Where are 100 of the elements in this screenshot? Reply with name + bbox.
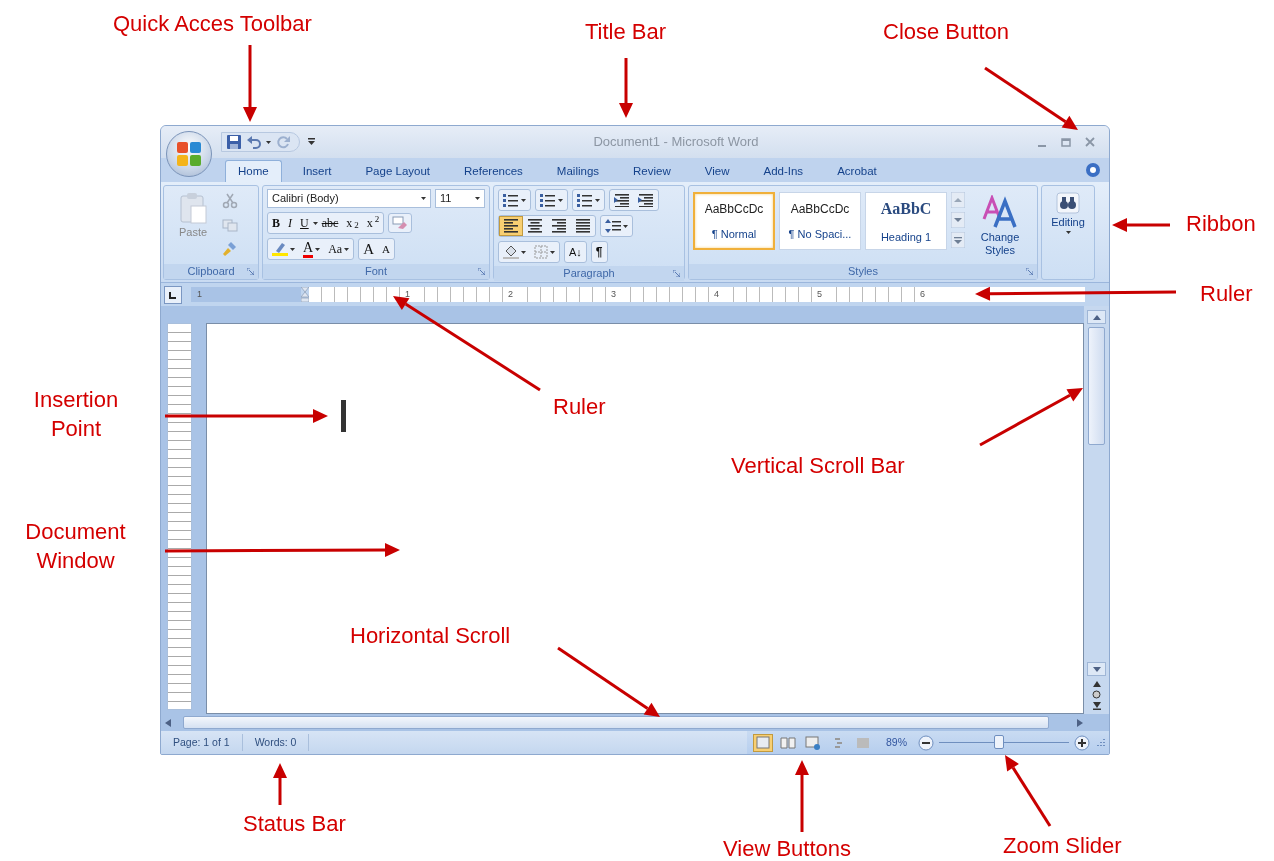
zoom-in-icon[interactable]	[1074, 734, 1090, 751]
print-layout-icon	[755, 734, 771, 751]
scroll-right-icon[interactable]	[1077, 718, 1083, 727]
dialog-launcher-icon[interactable]	[247, 268, 254, 275]
caret-icon	[421, 197, 426, 200]
scissors-icon[interactable]	[222, 193, 238, 209]
format-button[interactable]: x$^{2}$	[362, 213, 384, 233]
callout-label: Document Window	[24, 518, 127, 575]
grow-font-button[interactable]: A	[359, 239, 378, 259]
window-title: Document1 - Microsoft Word	[592, 133, 760, 152]
ribbon-tab[interactable]: Add-Ins	[750, 160, 817, 182]
callout-label: Vertical Scroll Bar	[731, 452, 905, 480]
ribbon-tab[interactable]: Insert	[289, 160, 345, 182]
binoculars-icon	[1056, 192, 1080, 214]
style-gallery-item[interactable]: AaBbCcDc ¶ No Spaci...	[779, 192, 861, 250]
callout-label: Status Bar	[243, 810, 346, 838]
callout-label: Close Button	[883, 18, 1009, 46]
text-cursor	[341, 400, 346, 432]
border-grid-icon	[534, 245, 548, 259]
word-count[interactable]: Words: 0	[242, 734, 310, 751]
down-arrow-icon	[1092, 666, 1101, 672]
zoom-out-icon[interactable]	[918, 734, 934, 751]
caret-icon	[521, 198, 526, 202]
list-icon	[540, 193, 556, 207]
ribbon-tab[interactable]: Mailings	[543, 160, 613, 182]
scroll-thumb[interactable]	[1088, 327, 1105, 445]
help-icon[interactable]	[1085, 162, 1101, 178]
view-button[interactable]	[803, 733, 823, 752]
indent-icon	[638, 193, 654, 207]
zoom-level[interactable]: 89%	[886, 734, 907, 751]
caret-icon	[266, 140, 271, 144]
browse-object-icon[interactable]	[1092, 690, 1101, 699]
scroll-left-icon[interactable]	[165, 718, 171, 727]
view-button[interactable]	[753, 733, 773, 752]
zoom-slider-thumb[interactable]	[993, 735, 1004, 749]
scroll-thumb[interactable]	[183, 716, 1049, 729]
group-label: Font	[365, 264, 387, 280]
shrink-font-button[interactable]: A	[377, 239, 394, 259]
font-name-field[interactable]: Calibri (Body)	[267, 189, 431, 208]
font-size-field[interactable]: 11	[435, 189, 485, 208]
next-page-icon[interactable]	[1092, 702, 1101, 710]
style-gallery-item[interactable]: AaBbC Heading 1	[865, 192, 947, 250]
ribbon-tab[interactable]: Home	[225, 160, 282, 182]
ribbon-tab[interactable]: Acrobat	[824, 160, 890, 182]
font-color-button[interactable]: A	[299, 239, 325, 259]
format-button[interactable]: abc	[317, 213, 343, 233]
ribbon-tab[interactable]: Review	[620, 160, 684, 182]
clear-formatting-button[interactable]	[388, 213, 413, 233]
previous-page-icon[interactable]	[1092, 679, 1101, 687]
change-case-button[interactable]: Aa	[324, 239, 354, 259]
caret-icon	[290, 247, 295, 251]
format-button[interactable]: I	[284, 213, 296, 233]
undo-icon[interactable]	[246, 134, 262, 150]
callout-arrow	[619, 58, 633, 118]
page-count[interactable]: Page: 1 of 1	[161, 734, 243, 751]
ribbon-tab[interactable]: References	[451, 160, 536, 182]
scroll-up-button[interactable]	[1087, 310, 1106, 324]
gallery-more-icon[interactable]	[951, 232, 965, 248]
align-right-icon	[551, 218, 567, 234]
caret-icon	[623, 224, 628, 228]
line-spacing-icon	[605, 219, 621, 233]
style-gallery-item[interactable]: AaBbCcDc ¶ Normal	[693, 192, 775, 250]
list-icon	[577, 193, 593, 207]
dialog-launcher-icon[interactable]	[673, 270, 680, 277]
gallery-down-icon[interactable]	[951, 212, 965, 228]
callout-label: Zoom Slider	[1003, 832, 1122, 860]
sort-button[interactable]: A↓	[565, 242, 586, 262]
ribbon-tab[interactable]: View	[691, 160, 743, 182]
ribbon-tab[interactable]: Page Layout	[352, 160, 444, 182]
show-marks-button[interactable]: ¶	[591, 242, 607, 262]
callout-arrow	[273, 763, 287, 805]
format-button[interactable]: U	[296, 213, 313, 233]
eraser-icon	[392, 216, 409, 230]
resize-grip-icon	[1095, 737, 1105, 748]
caret-icon	[595, 198, 600, 202]
save-icon[interactable]	[226, 134, 242, 150]
callout-label: Insertion Point	[32, 386, 120, 443]
group-label: Paragraph	[563, 266, 615, 282]
tab-selector-icon[interactable]	[164, 285, 182, 304]
change-styles-button[interactable]: Change Styles	[969, 192, 1031, 260]
align-button[interactable]	[499, 216, 523, 236]
close-icon[interactable]	[1085, 137, 1095, 147]
callout-label: Ruler	[1200, 280, 1253, 308]
gallery-up-icon[interactable]	[951, 192, 965, 208]
letters-icon	[982, 195, 1018, 229]
redo-icon[interactable]	[275, 134, 291, 150]
list-icon	[503, 193, 519, 207]
callout-label: Ribbon	[1186, 210, 1256, 238]
indent-icon	[614, 193, 630, 207]
dialog-launcher-icon[interactable]	[1026, 268, 1033, 275]
format-button[interactable]: B	[268, 213, 284, 233]
indent-marker-icon[interactable]	[301, 287, 309, 302]
dialog-launcher-icon[interactable]	[478, 268, 485, 275]
format-button[interactable]: x$_{2}$	[342, 213, 363, 233]
paintbrush-icon[interactable]	[222, 241, 238, 257]
scroll-down-button[interactable]	[1087, 662, 1106, 676]
align-justify-icon	[575, 218, 591, 234]
maximize-icon[interactable]	[1061, 137, 1071, 147]
customize-caret-icon[interactable]	[308, 138, 315, 146]
caret-icon	[558, 198, 563, 202]
